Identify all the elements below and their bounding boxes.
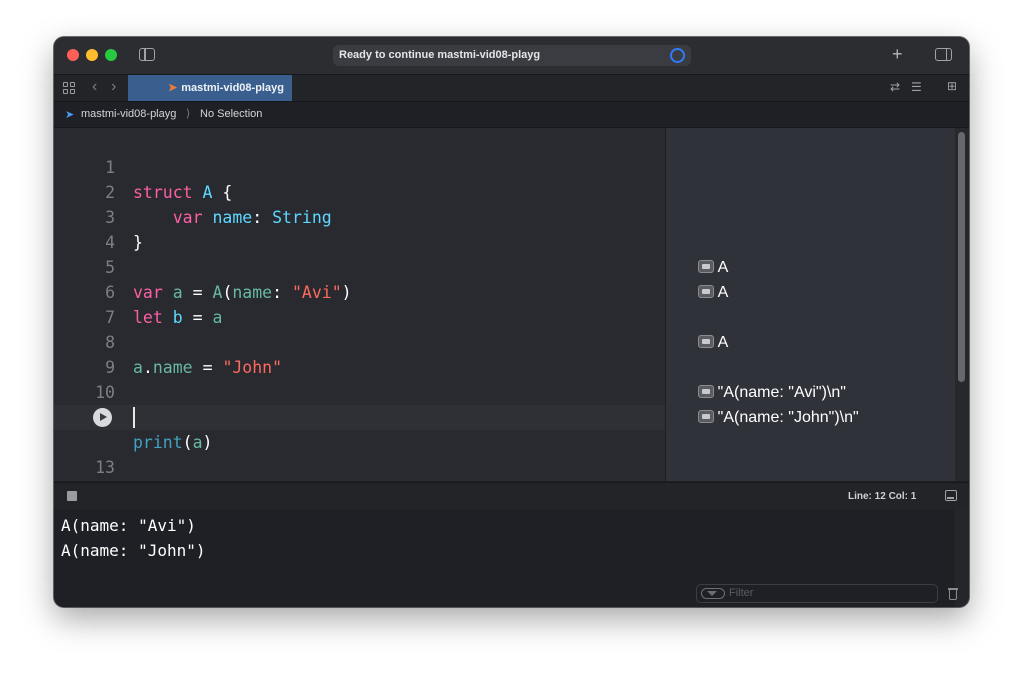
code-line[interactable]: 10 print(b): [54, 355, 665, 427]
jump-bar: ➤ mastmi-vid08-playg ⟩ No Selection: [54, 102, 969, 128]
result-row[interactable]: A: [671, 230, 728, 276]
result-value: A: [717, 334, 729, 351]
add-editor-icon[interactable]: ⊞: [947, 79, 957, 93]
related-items-grid-icon[interactable]: [63, 82, 75, 94]
code-line[interactable]: 11 print(a): [54, 380, 665, 452]
text-cursor: [133, 407, 135, 428]
code-line[interactable]: 4: [54, 205, 665, 252]
cursor-position: Line: 12 Col: 1: [848, 491, 917, 502]
console-line: A(name: "John"): [61, 541, 206, 560]
result-row[interactable]: A: [671, 255, 728, 301]
result-row[interactable]: "A(name: "John")\n": [671, 380, 859, 426]
scrollbar-thumb[interactable]: [958, 132, 965, 382]
swift-file-icon: ➤: [65, 109, 75, 121]
trash-icon[interactable]: [948, 588, 958, 600]
code-line[interactable]: 7: [54, 280, 665, 327]
tab-bar: ‹ › ➤ mastmi-vid08-playg ⇄ ☰ ⊞: [54, 75, 969, 102]
results-sidebar: A A A "A(name: "Avi")\n" "A(name: "John"…: [665, 128, 956, 481]
code-line[interactable]: 3 }: [54, 180, 665, 252]
code-line[interactable]: 13: [54, 430, 665, 477]
quick-look-icon[interactable]: [697, 284, 714, 298]
code-line[interactable]: 9: [54, 330, 665, 377]
activity-view: Ready to continue mastmi-vid08-playg: [333, 45, 691, 66]
result-value: A: [717, 284, 729, 301]
code-line[interactable]: 1 struct A {: [54, 130, 665, 202]
adjust-editor-icon[interactable]: ☰: [911, 80, 922, 94]
tab-label: ➤ mastmi-vid08-playg: [168, 82, 284, 94]
breadcrumb-file[interactable]: mastmi-vid08-playg: [81, 108, 176, 120]
result-row[interactable]: A: [671, 305, 728, 351]
code-line[interactable]: 6 let b = a: [54, 255, 665, 327]
code-line[interactable]: 5 var a = A(name: "Avi"): [54, 230, 665, 302]
code-line-current[interactable]: [54, 405, 665, 430]
quick-look-icon[interactable]: [697, 334, 714, 348]
close-light-icon[interactable]: [67, 49, 79, 61]
progress-spinner-icon: [670, 48, 685, 63]
code-line[interactable]: 14: [54, 455, 665, 480]
breadcrumb-separator: ⟩: [186, 108, 191, 120]
filter-menu-icon[interactable]: [701, 588, 725, 599]
source-editor[interactable]: 1 struct A { 2 var name: String 3 } 4 5 …: [54, 128, 665, 481]
swift-file-icon: ➤: [168, 82, 178, 94]
minimize-light-icon[interactable]: [86, 49, 98, 61]
swap-arrows-icon[interactable]: ⇄: [890, 80, 900, 94]
tab-playground[interactable]: ➤ mastmi-vid08-playg: [128, 75, 292, 101]
line-number: 14: [54, 480, 115, 481]
xcode-window: Ready to continue mastmi-vid08-playg + ‹…: [54, 37, 969, 607]
console-filter-input[interactable]: Filter: [696, 584, 938, 603]
plus-icon[interactable]: +: [892, 43, 903, 65]
console-line: A(name: "Avi"): [61, 516, 196, 535]
filter-placeholder: Filter: [729, 587, 754, 599]
zoom-light-icon[interactable]: [105, 49, 117, 61]
code-line[interactable]: 2 var name: String: [54, 155, 665, 227]
breadcrumb-selection[interactable]: No Selection: [200, 108, 262, 120]
forward-chevron-icon[interactable]: ›: [111, 78, 116, 96]
toolbar: Ready to continue mastmi-vid08-playg +: [54, 37, 969, 75]
code-line[interactable]: 8 a.name = "John": [54, 305, 665, 377]
quick-look-icon[interactable]: [697, 409, 714, 423]
back-chevron-icon[interactable]: ‹: [92, 78, 97, 96]
sidebar-toggle-icon[interactable]: [139, 48, 155, 61]
inspector-toggle-icon[interactable]: [935, 48, 952, 61]
result-value: "A(name: "John")\n": [717, 409, 859, 426]
editor-scrollbar[interactable]: [955, 128, 969, 481]
hide-debug-area-icon[interactable]: [945, 490, 957, 501]
activity-status: Ready to continue mastmi-vid08-playg: [339, 49, 541, 61]
debug-bar: Line: 12 Col: 1: [54, 482, 969, 510]
result-row[interactable]: "A(name: "Avi")\n": [671, 355, 846, 401]
stop-icon[interactable]: [67, 491, 77, 501]
run-play-icon[interactable]: [93, 408, 112, 427]
